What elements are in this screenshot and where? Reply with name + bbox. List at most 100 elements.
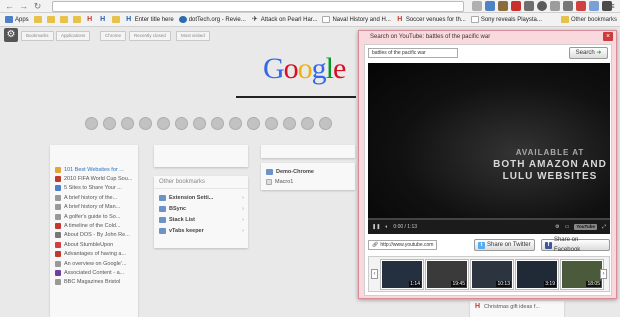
extension-icon[interactable] bbox=[472, 1, 482, 11]
volume-icon[interactable]: 🔈︎ bbox=[385, 224, 388, 230]
youtube-search-button[interactable]: Search ➜ bbox=[569, 47, 608, 59]
recent-site-item[interactable]: Associated Content - a... bbox=[50, 268, 138, 277]
bookmark-folder[interactable] bbox=[59, 16, 68, 23]
recent-site-item[interactable]: A brief history of Man... bbox=[50, 203, 138, 212]
recent-site-item[interactable]: Advantages of having a... bbox=[50, 250, 138, 259]
fullscreen-icon[interactable]: ⤢ bbox=[602, 224, 606, 230]
bookmark-folder[interactable] bbox=[33, 16, 42, 23]
folder-demo-chrome[interactable]: Demo-Chrome bbox=[261, 166, 355, 177]
tab-recently-closed[interactable]: Recently closed bbox=[129, 31, 171, 41]
bookmark-pearl-harbor[interactable]: ✈ Attack on Pearl Har... bbox=[251, 16, 318, 23]
shortcut-icon[interactable] bbox=[103, 117, 116, 130]
other-bookmarks-button[interactable]: Other bookmarks bbox=[560, 16, 617, 23]
extension-icon[interactable] bbox=[537, 1, 547, 11]
shortcut-icon[interactable] bbox=[175, 117, 188, 130]
shortcut-icon[interactable] bbox=[139, 117, 152, 130]
bookmark-folder-item[interactable]: Stack List › bbox=[154, 214, 248, 225]
extension-icon[interactable] bbox=[498, 1, 508, 11]
chevron-right-icon: › bbox=[242, 194, 244, 201]
chrome-menu-icon[interactable]: ≡ bbox=[607, 1, 617, 11]
settings-icon[interactable]: ⚙ bbox=[555, 224, 559, 230]
video-thumbnail[interactable]: 18:05 bbox=[560, 259, 604, 290]
shortcut-icon[interactable] bbox=[157, 117, 170, 130]
folder-icon bbox=[159, 216, 166, 223]
bookmark-enter-title[interactable]: H Enter title here bbox=[125, 16, 174, 23]
share-twitter-button[interactable]: t Share on Twitter bbox=[474, 239, 535, 251]
bookmark-sony[interactable]: Sony reveals Playsta... bbox=[470, 16, 542, 23]
extension-icon[interactable] bbox=[485, 1, 495, 11]
shortcut-icon[interactable] bbox=[229, 117, 242, 130]
favicon-icon bbox=[55, 260, 61, 267]
video-thumbnail[interactable]: 19:45 bbox=[425, 259, 469, 290]
video-duration: 3:19 bbox=[544, 281, 556, 287]
youtube-logo[interactable]: YouTube bbox=[574, 224, 597, 230]
h-favicon-icon: H bbox=[100, 16, 106, 23]
recent-site-item[interactable]: A brief history of the... bbox=[50, 193, 138, 202]
extension-icon[interactable] bbox=[576, 1, 586, 11]
extension-icon[interactable] bbox=[550, 1, 560, 11]
chevron-right-icon[interactable]: › bbox=[600, 269, 607, 279]
google-logo: Google bbox=[263, 52, 346, 86]
video-thumbnail[interactable]: 1:14 bbox=[380, 259, 424, 290]
extension-icon[interactable] bbox=[563, 1, 573, 11]
recent-site-item[interactable]: An overview on Google'... bbox=[50, 259, 138, 268]
shortcut-icon[interactable] bbox=[193, 117, 206, 130]
shortcut-icon[interactable] bbox=[247, 117, 260, 130]
bookmark-folder[interactable] bbox=[111, 16, 120, 23]
bookmark-h[interactable]: H bbox=[86, 16, 94, 23]
bookmark-folder-item[interactable]: Extension Setti... › bbox=[154, 192, 248, 203]
bookmark-naval-history[interactable]: Naval History and H... bbox=[322, 16, 391, 23]
bookmark-folder-item[interactable]: vTabs keeper › bbox=[154, 225, 248, 236]
bookmark-soccer[interactable]: H Soccer venues for th... bbox=[396, 16, 466, 23]
extension-icon[interactable] bbox=[589, 1, 599, 11]
tab-applications[interactable]: Applications bbox=[56, 31, 91, 41]
chevron-left-icon[interactable]: ‹ bbox=[371, 269, 378, 279]
logo-letter: l bbox=[325, 52, 334, 85]
arrow-right-icon: ➜ bbox=[596, 50, 602, 56]
video-url[interactable]: 🔗︎ http://www.youtube.com bbox=[368, 240, 438, 250]
bookmark-folder[interactable] bbox=[72, 16, 81, 23]
shortcut-icon[interactable] bbox=[283, 117, 296, 130]
bookmark-dottech[interactable]: dotTech.org - Revie... bbox=[178, 16, 246, 23]
share-facebook-button[interactable]: f Share on Facebook bbox=[541, 237, 610, 253]
shortcut-icon[interactable] bbox=[265, 117, 278, 130]
recent-site-item[interactable]: 2010 FIFA World Cup Sou... bbox=[50, 174, 138, 183]
reload-icon[interactable]: ↻ bbox=[32, 1, 43, 12]
bookmark-apps[interactable]: Apps bbox=[5, 16, 29, 23]
chevron-right-icon: › bbox=[242, 216, 244, 223]
forward-arrow-icon[interactable]: → bbox=[18, 1, 29, 12]
video-thumbnail[interactable]: 3:19 bbox=[515, 259, 559, 290]
video-player[interactable]: AVAILABLE AT BOTH AMAZON AND LULU WEBSIT… bbox=[368, 63, 610, 234]
captions-icon[interactable]: ▭ bbox=[565, 224, 570, 230]
google-search-box[interactable] bbox=[236, 96, 356, 98]
macro-item[interactable]: Macro1 bbox=[261, 177, 355, 186]
address-bar[interactable] bbox=[52, 1, 464, 12]
tab-chrome[interactable]: Chrome bbox=[100, 31, 127, 41]
extension-icon[interactable] bbox=[511, 1, 521, 11]
recent-site-item[interactable]: 5 Sites to Share Your ... bbox=[50, 184, 138, 193]
pause-icon[interactable]: ❚❚ bbox=[372, 224, 380, 230]
shortcut-icon[interactable] bbox=[319, 117, 332, 130]
back-arrow-icon[interactable]: ← bbox=[4, 1, 15, 12]
bookmark-h[interactable]: H bbox=[99, 16, 107, 23]
tab-bookmarks[interactable]: Bookmarks bbox=[21, 31, 54, 41]
shortcut-icon[interactable] bbox=[301, 117, 314, 130]
recent-site-item[interactable]: About DOS - By John Re... bbox=[50, 231, 138, 240]
close-icon[interactable]: × bbox=[603, 32, 613, 41]
recent-site-item[interactable]: BBC Magazines Bristol bbox=[50, 278, 138, 287]
youtube-query-input[interactable]: battles of the pacific war bbox=[368, 48, 458, 58]
shortcut-icon[interactable] bbox=[211, 117, 224, 130]
shortcut-icon[interactable] bbox=[121, 117, 134, 130]
bookmark-folder[interactable] bbox=[46, 16, 55, 23]
link-icon: 🔗︎ bbox=[372, 242, 379, 248]
list-item[interactable]: H Christmas gift ideas f... bbox=[470, 301, 564, 310]
shortcut-icon[interactable] bbox=[85, 117, 98, 130]
recent-site-item[interactable]: 101 Best Websites for ... bbox=[50, 165, 138, 174]
bookmark-folder-item[interactable]: BSync › bbox=[154, 203, 248, 214]
recent-site-item[interactable]: About StumbleUpon bbox=[50, 240, 138, 249]
video-thumbnail[interactable]: 10:13 bbox=[470, 259, 514, 290]
recent-site-item[interactable]: A golfer's guide to So... bbox=[50, 212, 138, 221]
tab-most-visited[interactable]: Most visited bbox=[176, 31, 210, 41]
recent-site-item[interactable]: A timeline of the Cold... bbox=[50, 221, 138, 230]
extension-icon[interactable] bbox=[524, 1, 534, 11]
